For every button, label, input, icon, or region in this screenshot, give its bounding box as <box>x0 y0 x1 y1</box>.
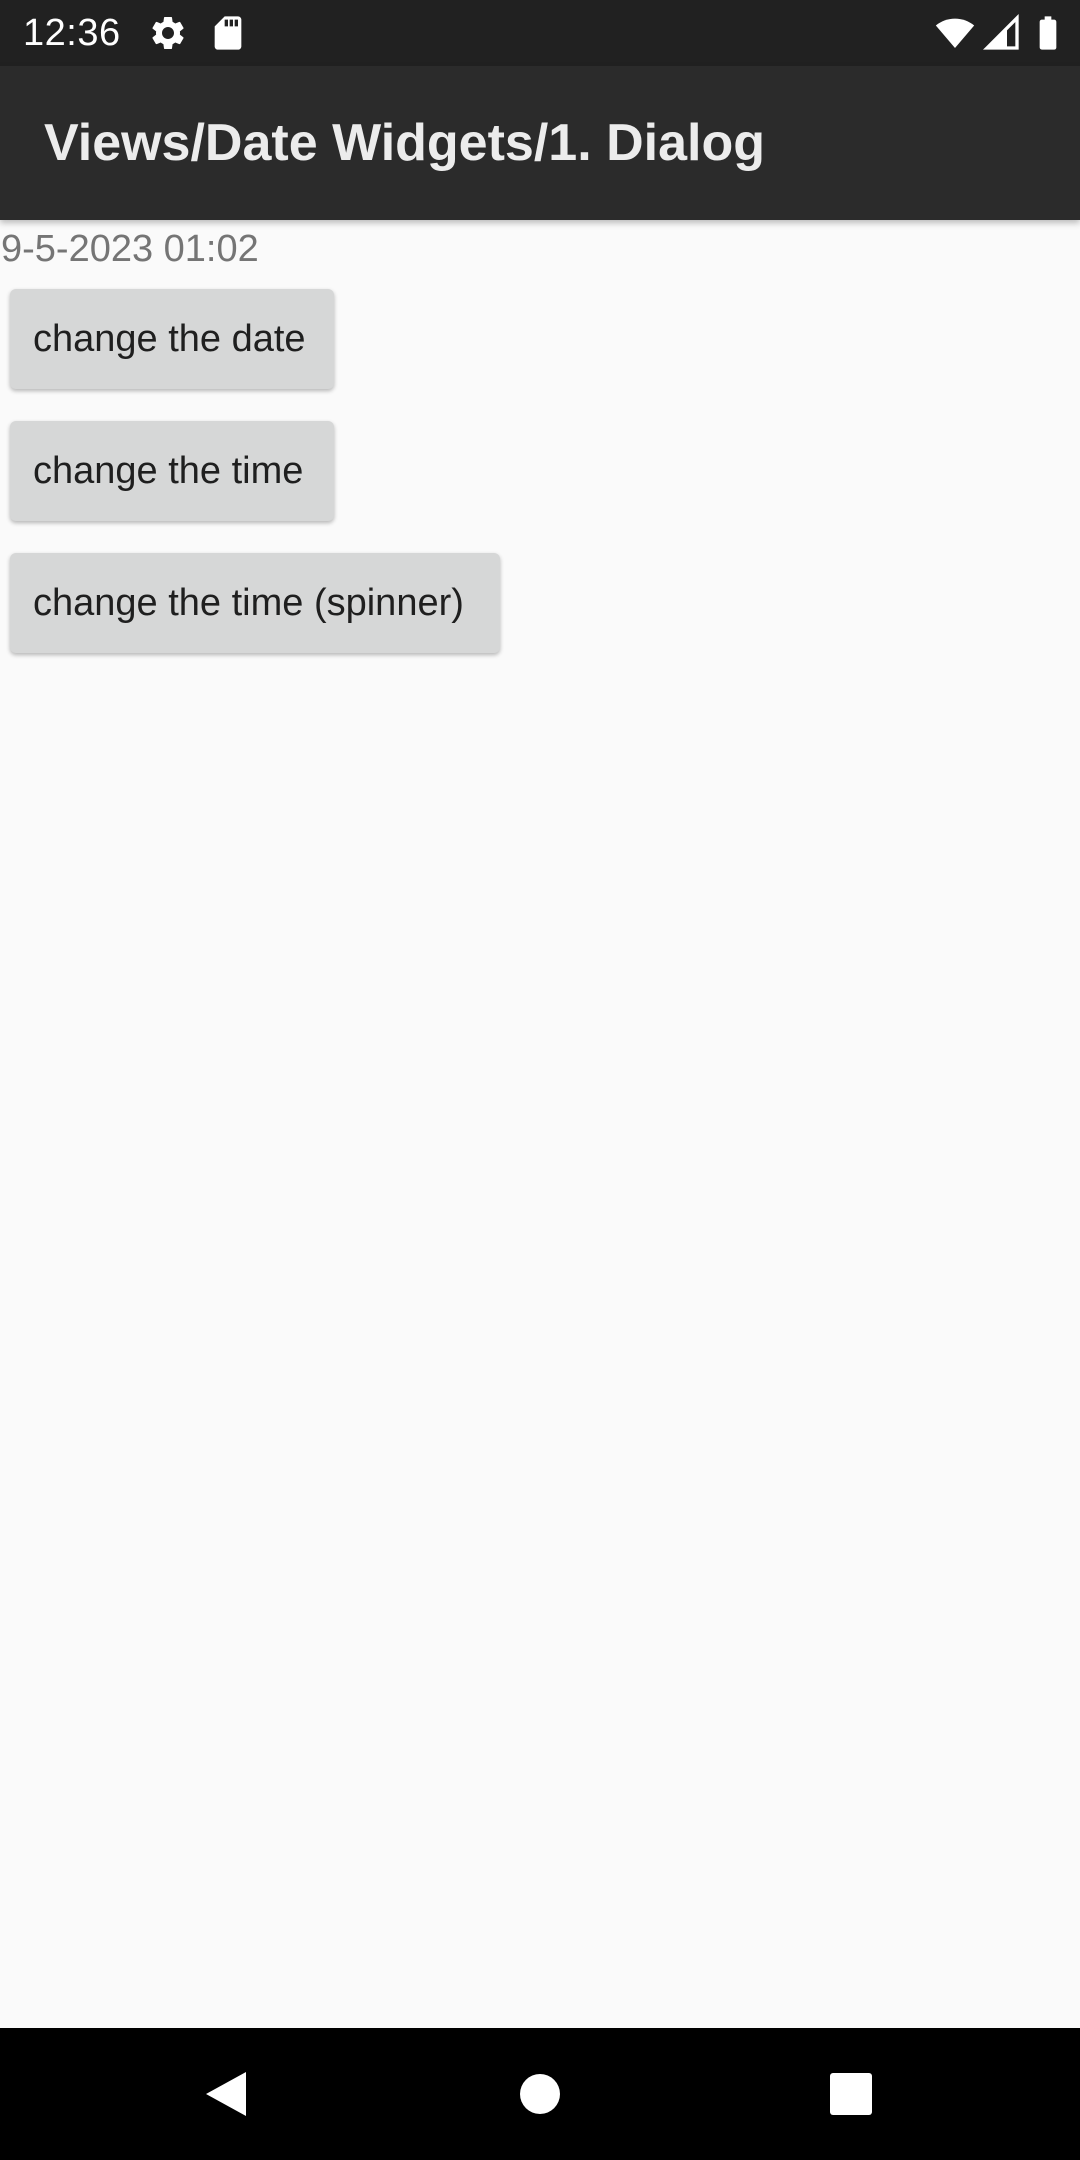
sd-card-icon <box>208 13 248 53</box>
status-bar: 12:36 <box>0 0 1080 66</box>
back-icon[interactable] <box>186 2054 266 2134</box>
page-title: Views/Date Widgets/1. Dialog <box>44 114 765 172</box>
change-time-spinner-button[interactable]: change the time (spinner) <box>10 553 500 653</box>
recents-icon[interactable] <box>811 2054 891 2134</box>
date-time-display: 9-5-2023 01:02 <box>1 228 259 270</box>
settings-icon <box>148 13 188 53</box>
signal-icon <box>982 13 1022 53</box>
wifi-icon <box>935 13 975 53</box>
change-time-button[interactable]: change the time <box>10 421 334 521</box>
home-icon[interactable] <box>500 2054 580 2134</box>
status-time: 12:36 <box>23 12 121 54</box>
battery-icon <box>1028 13 1068 53</box>
app-bar: Views/Date Widgets/1. Dialog <box>0 66 1080 220</box>
navigation-bar <box>0 2028 1080 2160</box>
change-date-button[interactable]: change the date <box>10 289 334 389</box>
screen: 12:36 Views/Date Widgets/1. Dialog 9-5-2… <box>0 0 1080 2160</box>
